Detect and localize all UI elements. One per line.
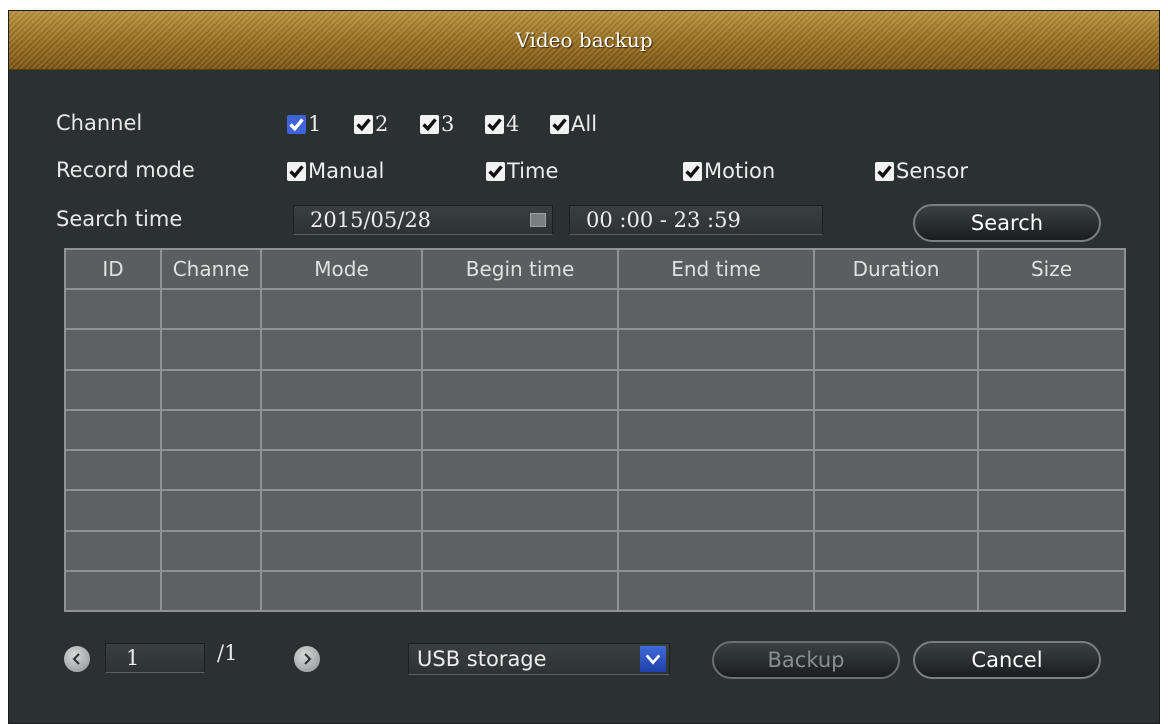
record-mode-label: Record mode [56,158,195,182]
page-number-input[interactable]: 1 [105,643,205,673]
search-button[interactable]: Search [913,204,1101,242]
channel-1-checkbox[interactable]: 1 [287,112,321,136]
backup-button[interactable]: Backup [712,641,900,679]
channel-4-checkbox[interactable]: 4 [485,112,519,136]
mode-sensor-label: Sensor [896,159,968,183]
mode-motion-label: Motion [704,159,776,183]
date-value: 2015/05/28 [310,208,432,232]
chevron-left-icon [72,653,80,665]
page-total-label: /1 [217,641,238,665]
channel-3-label: 3 [441,112,455,136]
mode-manual-checkbox[interactable]: Manual [287,159,384,183]
storage-select[interactable]: USB storage [408,643,670,675]
table-row[interactable] [64,448,1126,492]
checkbox-checked-icon [875,161,894,181]
column-header-size[interactable]: Size [977,248,1126,290]
chevron-right-icon [304,653,312,665]
checkbox-checked-icon [485,114,504,134]
table-row[interactable] [64,569,1126,613]
prev-page-button[interactable] [63,645,91,673]
channel-all-checkbox[interactable]: All [550,112,597,136]
video-backup-dialog: Video backup Channel 1 2 3 4 All Record … [8,10,1160,724]
column-header-begin-time[interactable]: Begin time [421,248,619,290]
date-field[interactable]: 2015/05/28 [293,205,553,235]
mode-manual-label: Manual [308,159,385,183]
column-header-duration[interactable]: Duration [813,248,979,290]
time-range-field[interactable]: 00 :00 - 23 :59 [569,205,823,235]
search-time-label: Search time [56,207,183,231]
time-range-value: 00 :00 - 23 :59 [586,208,741,232]
mode-time-checkbox[interactable]: Time [486,159,558,183]
checkbox-checked-icon [550,114,569,134]
channel-all-label: All [571,112,598,136]
checkbox-checked-icon [683,161,702,181]
column-header-channel[interactable]: Channe [160,248,262,290]
checkbox-checked-icon [287,114,306,134]
checkbox-checked-icon [420,114,439,134]
channel-4-label: 4 [506,112,520,136]
table-header-row: ID Channe Mode Begin time End time Durat… [64,248,1126,290]
cancel-button[interactable]: Cancel [913,641,1101,679]
channel-label: Channel [56,111,143,135]
mode-sensor-checkbox[interactable]: Sensor [875,159,968,183]
chevron-down-icon[interactable] [640,646,666,672]
window-title: Video backup [515,28,653,52]
channel-2-checkbox[interactable]: 2 [354,112,388,136]
calendar-icon[interactable] [530,213,546,227]
table-row[interactable] [64,287,1126,331]
checkbox-checked-icon [486,161,505,181]
table-row[interactable] [64,368,1126,411]
next-page-button[interactable] [293,645,321,673]
column-header-end-time[interactable]: End time [617,248,815,290]
channel-1-label: 1 [308,112,322,136]
results-table: ID Channe Mode Begin time End time Durat… [64,248,1126,613]
title-bar: Video backup [9,11,1159,70]
table-row[interactable] [64,489,1126,532]
page-number-value: 1 [126,646,140,670]
checkbox-checked-icon [354,114,373,134]
table-row[interactable] [64,328,1126,371]
channel-2-label: 2 [375,112,389,136]
table-row[interactable] [64,408,1126,452]
mode-time-label: Time [507,159,559,183]
column-header-mode[interactable]: Mode [260,248,423,290]
table-row[interactable] [64,529,1126,572]
storage-select-value: USB storage [417,647,547,671]
channel-3-checkbox[interactable]: 3 [420,112,454,136]
checkbox-checked-icon [287,161,306,181]
column-header-id[interactable]: ID [64,248,162,290]
mode-motion-checkbox[interactable]: Motion [683,159,775,183]
